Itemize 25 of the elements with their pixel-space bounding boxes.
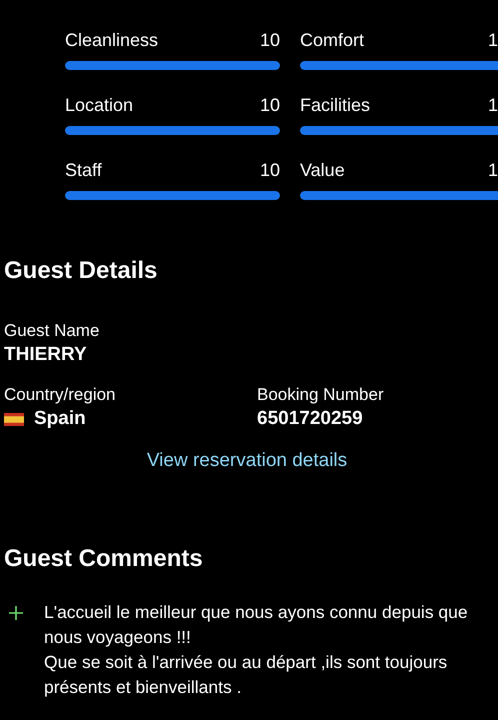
country-name: Spain (34, 407, 86, 431)
section-title: Guest Details (4, 256, 158, 286)
comment-text: L'accueil le meilleur que nous ayons connu depuis que nous voyageons !!! (44, 601, 469, 649)
rating-label: Cleanliness (65, 30, 158, 50)
rating-score: 1 (488, 160, 498, 180)
rating-score: 10 (260, 30, 280, 50)
rating-score: 1 (488, 30, 498, 50)
rating-label: Location (65, 94, 134, 116)
field-label: Booking Number (257, 384, 385, 406)
rating-label: Comfort (300, 30, 364, 50)
rating-label: Facilities (300, 94, 370, 116)
rating-score: 1 (488, 94, 498, 116)
reservation-details-link[interactable]: View reservation details (146, 450, 348, 472)
rating-score: 10 (260, 94, 280, 116)
rating-label: Value (300, 160, 345, 180)
rating-label: Staff (65, 160, 102, 180)
field-label: Guest Name (4, 320, 100, 342)
booking-number: 6501720259 (257, 407, 364, 431)
field-label: Country/region (4, 384, 117, 406)
rating-score: 10 (260, 160, 280, 180)
guest-name: THIERRY (4, 343, 88, 367)
flag-icon (4, 412, 24, 426)
comment-text: Que se soit à l'arrivée ou au départ ,ils sont toujours présents et bienveillants . (44, 651, 448, 699)
plus-icon (9, 606, 23, 620)
section-title: Guest Comments (4, 544, 204, 574)
